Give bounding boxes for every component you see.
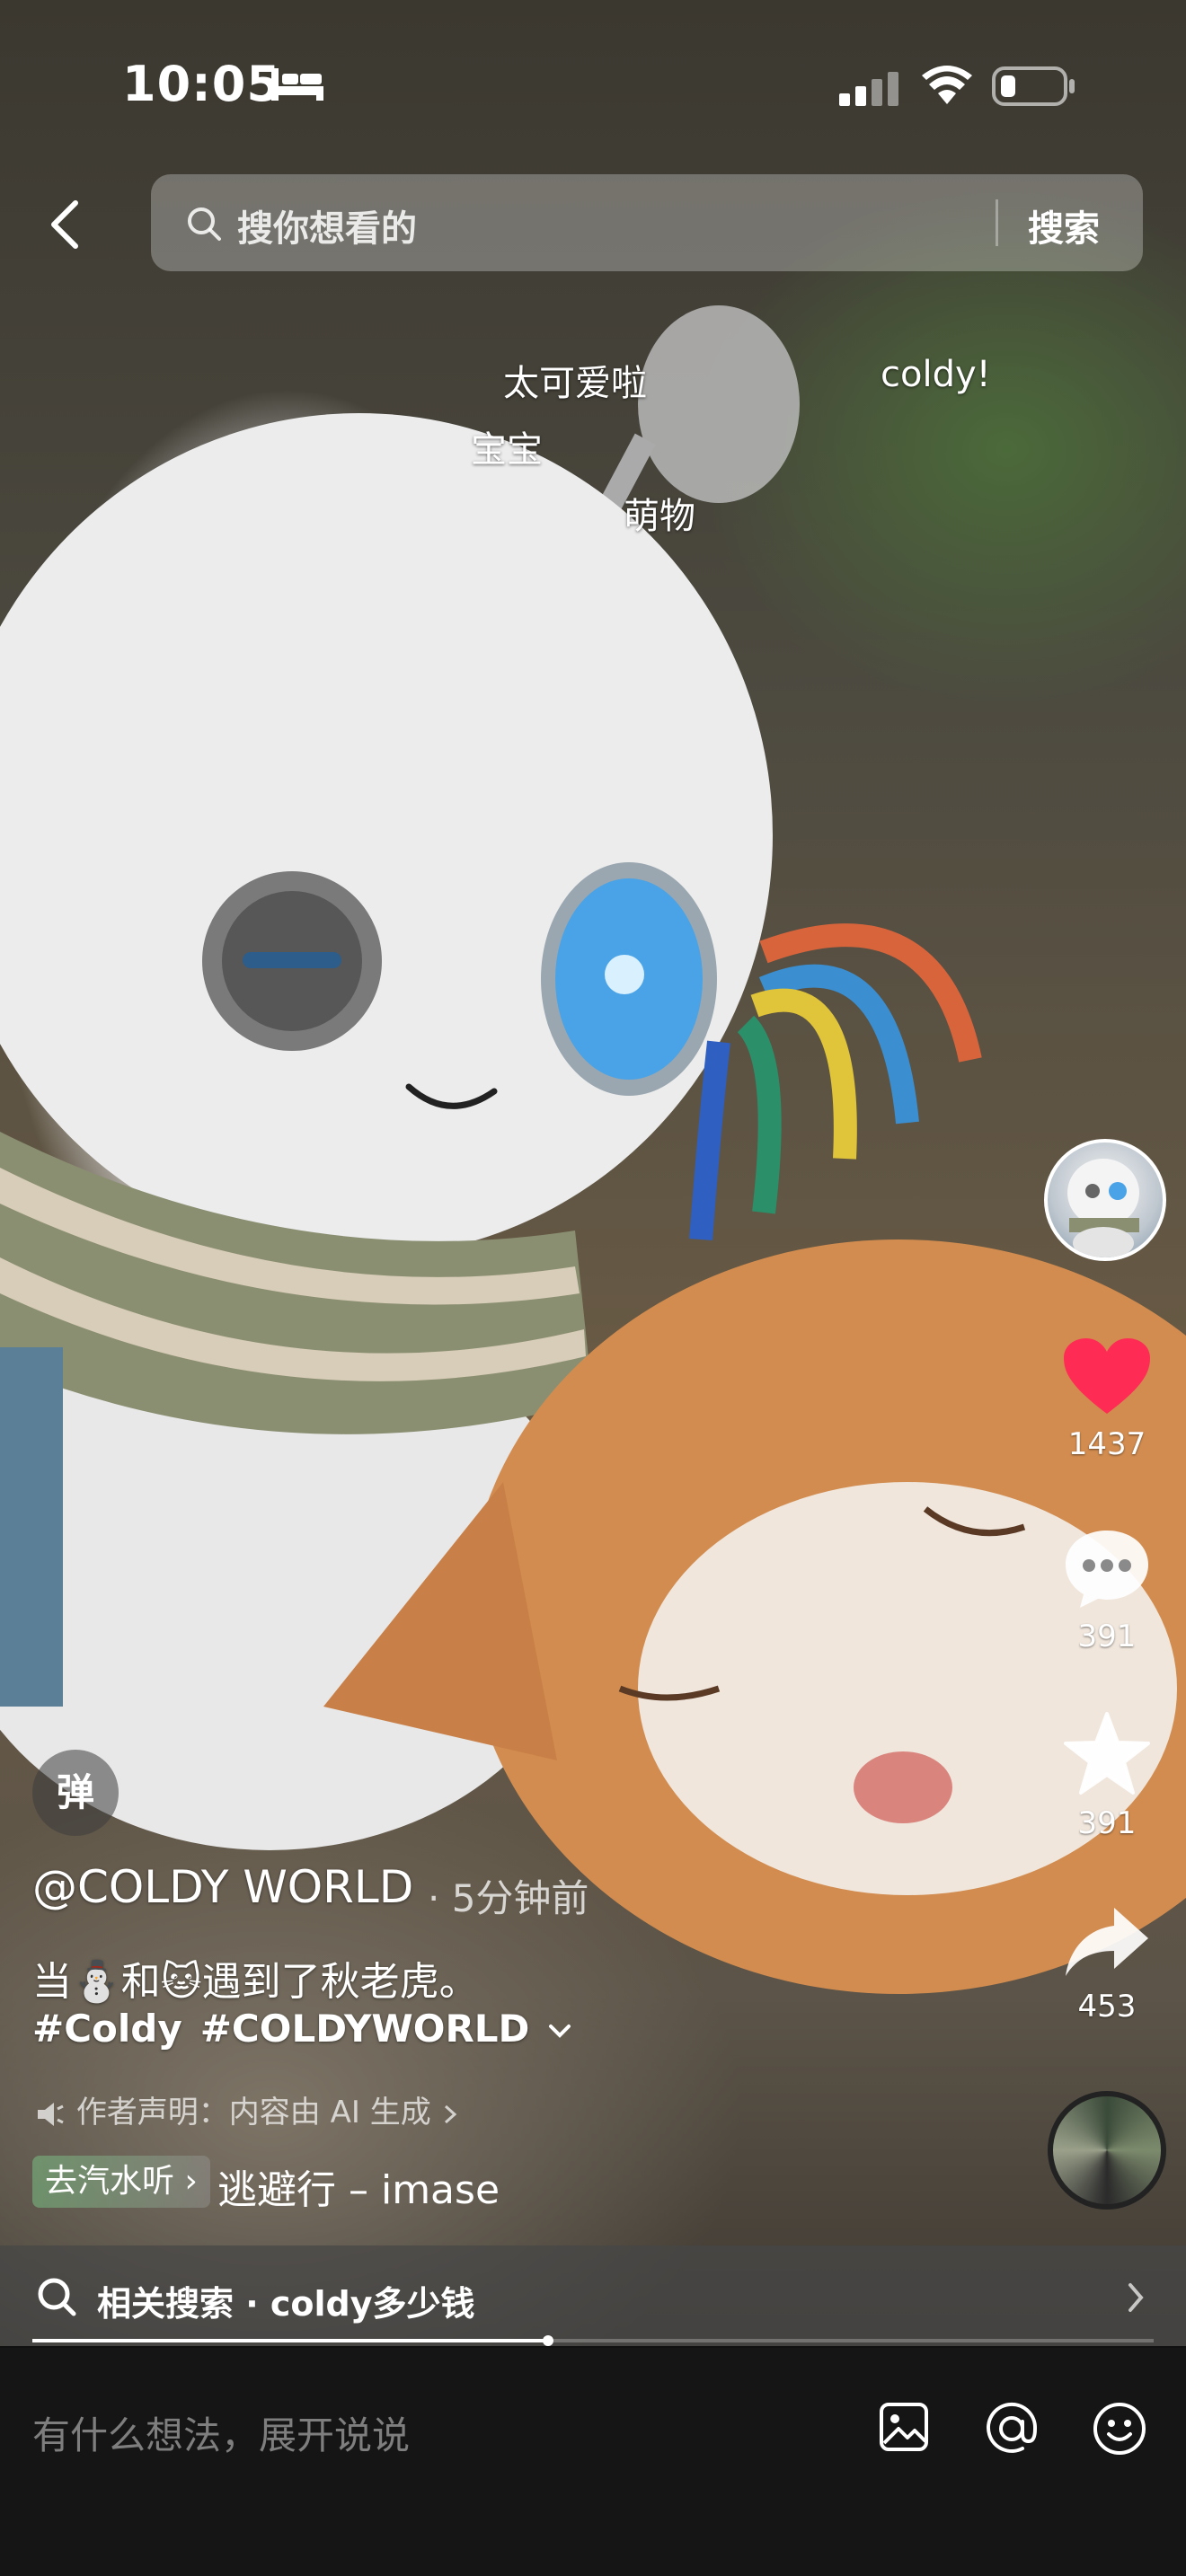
music-chip-label: 去汽水听 (45, 2163, 175, 2200)
cellular-signal-icon (839, 72, 898, 106)
progress-fill (32, 2339, 549, 2342)
comment-action[interactable]: 391 (1044, 1527, 1170, 1654)
favorite-action[interactable]: 391 (1044, 1710, 1170, 1841)
danmaku-toggle-button[interactable]: 弹 (32, 1750, 119, 1836)
emoji-icon[interactable] (1091, 2400, 1148, 2457)
progress-knob[interactable] (543, 2335, 554, 2346)
comment-count: 391 (1077, 1619, 1137, 1654)
chevron-right-icon[interactable] (1125, 2281, 1146, 2314)
post-caption: 当⛄和🐱遇到了秋老虎。 (32, 1959, 479, 2005)
ai-note-text: 作者声明：内容由 AI 生成 (75, 2095, 431, 2130)
share-arrow-icon[interactable] (1062, 1904, 1152, 1980)
comment-input[interactable]: 有什么想法，展开说说 (32, 2405, 410, 2460)
search-input[interactable]: 搜你想看的 (237, 199, 417, 251)
mention-at-icon[interactable] (983, 2400, 1040, 2457)
favorite-count: 391 (1077, 1805, 1137, 1841)
search-button[interactable]: 搜索 (1028, 199, 1100, 251)
back-chevron-icon[interactable] (40, 198, 93, 251)
post-time: · 5分钟前 (428, 1876, 589, 1920)
star-icon[interactable] (1062, 1710, 1152, 1796)
search-icon (188, 207, 221, 241)
hashtag-row: #Coldy #COLDYWORLD (32, 2007, 572, 2051)
comment-bubble-icon[interactable] (1062, 1527, 1152, 1610)
search-icon (38, 2278, 76, 2316)
bed-icon (271, 68, 323, 101)
danmaku-comment: 萌物 (624, 496, 695, 537)
avatar-image (1067, 1159, 1139, 1257)
wifi-icon (922, 66, 972, 104)
chevron-down-icon[interactable] (547, 2023, 572, 2041)
related-search-text[interactable]: 相关搜索 · coldy多少钱 (97, 2276, 475, 2325)
video-progress-bar[interactable] (32, 2335, 1154, 2346)
chevron-right-icon (444, 2104, 456, 2123)
share-count: 453 (1077, 1989, 1137, 2025)
related-search-bar[interactable]: 相关搜索 · coldy多少钱 (0, 2245, 1186, 2346)
speaker-icon (38, 2102, 64, 2126)
image-icon[interactable] (877, 2400, 931, 2454)
danmaku-comment: coldy! (881, 354, 991, 395)
hashtag-link[interactable]: #COLDYWORLD (200, 2007, 530, 2051)
search-bar[interactable]: 搜你想看的 搜索 (151, 174, 1143, 271)
heart-icon[interactable] (1062, 1337, 1152, 1417)
music-title[interactable]: 逃避行 – imase (217, 2157, 500, 2215)
ai-disclosure[interactable]: 作者声明：内容由 AI 生成 (36, 2087, 459, 2131)
hashtag-link[interactable]: #Coldy (32, 2007, 182, 2051)
like-action[interactable]: 1437 (1044, 1337, 1170, 1462)
danmaku-comment: 太可爱啦 (503, 363, 647, 404)
battery-icon (992, 66, 1075, 106)
open-music-app-chip[interactable]: 去汽水听 › (32, 2156, 210, 2208)
author-name[interactable]: @COLDY WORLD (32, 1861, 413, 1913)
status-time: 10:05 (122, 56, 281, 112)
comment-bar: 有什么想法，展开说说 (0, 2348, 1186, 2576)
creator-avatar[interactable] (1044, 1139, 1166, 1261)
danmaku-comment: 宝宝 (471, 429, 543, 471)
music-disc[interactable] (1048, 2091, 1166, 2210)
search-divider (996, 199, 998, 246)
like-count: 1437 (1067, 1426, 1146, 1462)
share-action[interactable]: 453 (1044, 1904, 1170, 2025)
